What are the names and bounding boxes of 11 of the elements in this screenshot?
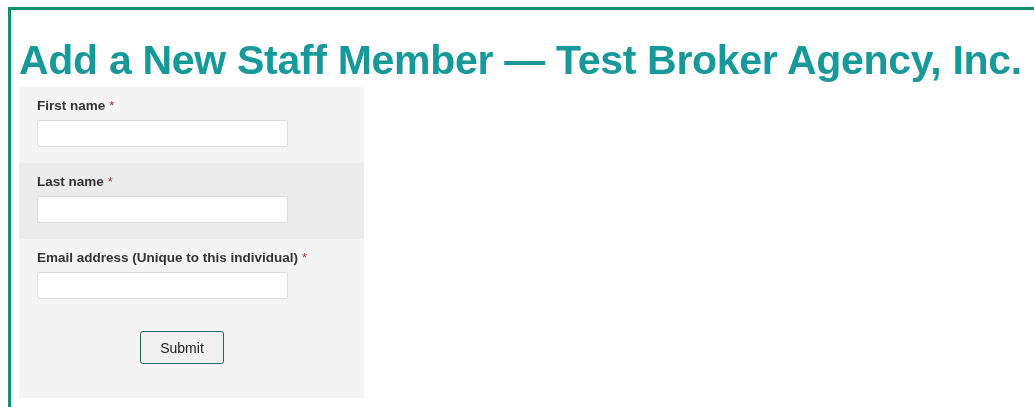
required-mark: * [107,174,113,189]
required-mark: * [109,98,115,113]
input-field[interactable] [37,196,288,223]
input-field[interactable] [37,120,288,147]
submit-button[interactable]: Submit [140,331,224,364]
field-label: First name [37,98,106,113]
required-mark: * [302,250,308,265]
page-title: Add a New Staff Member — Test Broker Agency, Inc. [19,36,1023,85]
field-label: Last name [37,174,104,189]
field-label: Email address (Unique to this individual) [37,250,299,265]
input-field[interactable] [37,272,288,299]
